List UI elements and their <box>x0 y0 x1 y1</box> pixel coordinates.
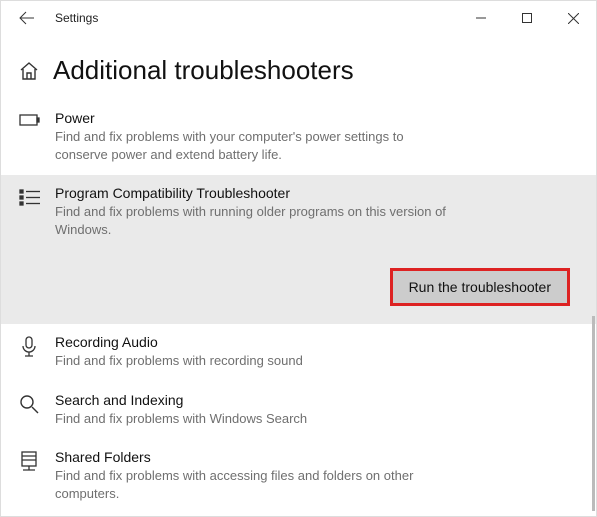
item-title: Search and Indexing <box>55 392 578 408</box>
shared-folder-icon <box>19 449 41 502</box>
titlebar: Settings <box>1 1 596 35</box>
item-desc: Find and fix problems with accessing fil… <box>55 467 455 502</box>
maximize-icon <box>522 13 532 23</box>
troubleshooter-item-recording[interactable]: Recording Audio Find and fix problems wi… <box>1 324 596 382</box>
item-desc: Find and fix problems with your computer… <box>55 128 455 163</box>
item-desc: Find and fix problems with Windows Searc… <box>55 410 455 428</box>
item-desc: Find and fix problems with recording sou… <box>55 352 455 370</box>
close-button[interactable] <box>550 1 596 35</box>
troubleshooter-item-shared[interactable]: Shared Folders Find and fix problems wit… <box>1 439 596 514</box>
home-icon[interactable] <box>19 61 39 81</box>
troubleshooter-list: Power Find and fix problems with your co… <box>1 100 596 514</box>
search-icon <box>19 392 41 428</box>
troubleshooter-item-compat[interactable]: Program Compatibility Troubleshooter Fin… <box>1 175 596 324</box>
run-troubleshooter-button[interactable]: Run the troubleshooter <box>390 268 570 306</box>
close-icon <box>568 13 579 24</box>
window-title: Settings <box>55 11 98 25</box>
troubleshooter-item-power[interactable]: Power Find and fix problems with your co… <box>1 100 596 175</box>
item-title: Program Compatibility Troubleshooter <box>55 185 578 201</box>
page-header: Additional troubleshooters <box>1 35 596 100</box>
arrow-left-icon <box>19 10 35 26</box>
item-title: Power <box>55 110 578 126</box>
maximize-button[interactable] <box>504 1 550 35</box>
troubleshooter-item-search[interactable]: Search and Indexing Find and fix problem… <box>1 382 596 440</box>
window-controls <box>458 1 596 35</box>
item-title: Shared Folders <box>55 449 578 465</box>
minimize-button[interactable] <box>458 1 504 35</box>
microphone-icon <box>19 334 41 370</box>
item-title: Recording Audio <box>55 334 578 350</box>
minimize-icon <box>476 13 486 23</box>
page-title: Additional troubleshooters <box>53 55 354 86</box>
battery-icon <box>19 110 41 163</box>
program-list-icon <box>19 185 41 306</box>
back-button[interactable] <box>13 4 41 32</box>
scrollbar[interactable] <box>592 316 595 511</box>
item-desc: Find and fix problems with running older… <box>55 203 455 238</box>
